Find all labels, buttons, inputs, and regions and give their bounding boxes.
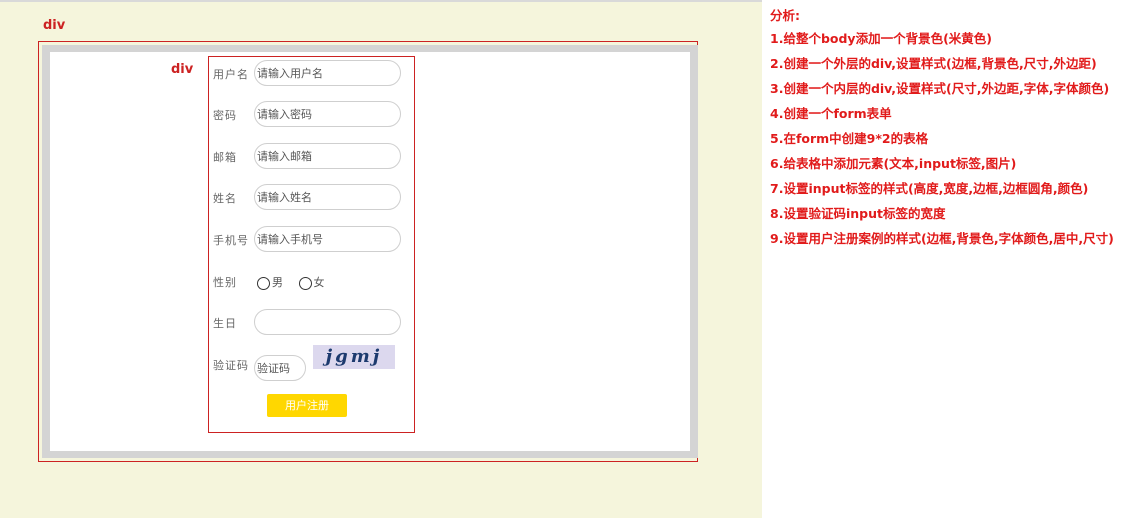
captcha-image[interactable]: jgmj	[313, 345, 395, 369]
gender-male-label: 男	[272, 276, 283, 289]
gender-radio-group: 男 女	[257, 274, 337, 290]
password-label: 密码	[213, 109, 237, 122]
form-row-phone: 手机号	[209, 226, 414, 254]
name-input[interactable]	[254, 184, 401, 210]
register-button[interactable]: 用户注册	[267, 394, 347, 417]
outer-div-annotation-label: div	[43, 18, 66, 33]
form-row-name: 姓名	[209, 184, 414, 212]
analysis-item: 9.设置用户注册案例的样式(边框,背景色,字体颜色,居中,尺寸)	[770, 231, 1114, 246]
email-input[interactable]	[254, 143, 401, 169]
analysis-item: 5.在form中创建9*2的表格	[770, 131, 929, 146]
analysis-item: 1.给整个body添加一个背景色(米黄色)	[770, 31, 993, 46]
analysis-item: 6.给表格中添加元素(文本,input标签,图片)	[770, 156, 1017, 171]
analysis-item: 3.创建一个内层的div,设置样式(尺寸,外边距,字体,字体颜色)	[770, 81, 1110, 96]
analysis-panel: 分析: 1.给整个body添加一个背景色(米黄色) 2.创建一个外层的div,设…	[770, 6, 1140, 253]
form-row-birthday: 生日	[209, 309, 414, 337]
form-row-username: 用户名	[209, 60, 414, 88]
gender-label: 性别	[213, 276, 237, 289]
form-row-email: 邮箱	[209, 143, 414, 171]
radio-male[interactable]	[257, 276, 270, 290]
name-label: 姓名	[213, 192, 237, 205]
analysis-item: 8.设置验证码input标签的宽度	[770, 206, 946, 221]
email-label: 邮箱	[213, 151, 237, 164]
analysis-item: 7.设置input标签的样式(高度,宽度,边框,边框圆角,颜色)	[770, 181, 1089, 196]
gender-option-female[interactable]: 女	[298, 274, 325, 290]
birthday-input[interactable]	[254, 309, 401, 335]
username-label: 用户名	[213, 68, 249, 81]
gender-option-male[interactable]: 男	[257, 274, 283, 290]
password-input[interactable]	[254, 101, 401, 127]
analysis-item: 2.创建一个外层的div,设置样式(边框,背景色,尺寸,外边距)	[770, 56, 1097, 71]
inner-div-annotation-label: div	[171, 62, 194, 77]
username-input[interactable]	[254, 60, 401, 86]
analysis-title: 分析:	[770, 8, 800, 23]
form-row-captcha: 验证码 jgmj	[209, 345, 414, 383]
captcha-input[interactable]	[254, 355, 306, 381]
analysis-item: 4.创建一个form表单	[770, 106, 892, 121]
form-row-password: 密码	[209, 101, 414, 129]
birthday-label: 生日	[213, 317, 237, 330]
form-row-gender: 性别 男 女	[209, 268, 414, 296]
phone-label: 手机号	[213, 234, 249, 247]
gender-female-label: 女	[313, 276, 325, 289]
radio-female[interactable]	[298, 276, 312, 290]
phone-input[interactable]	[254, 226, 401, 252]
captcha-label: 验证码	[213, 359, 249, 372]
